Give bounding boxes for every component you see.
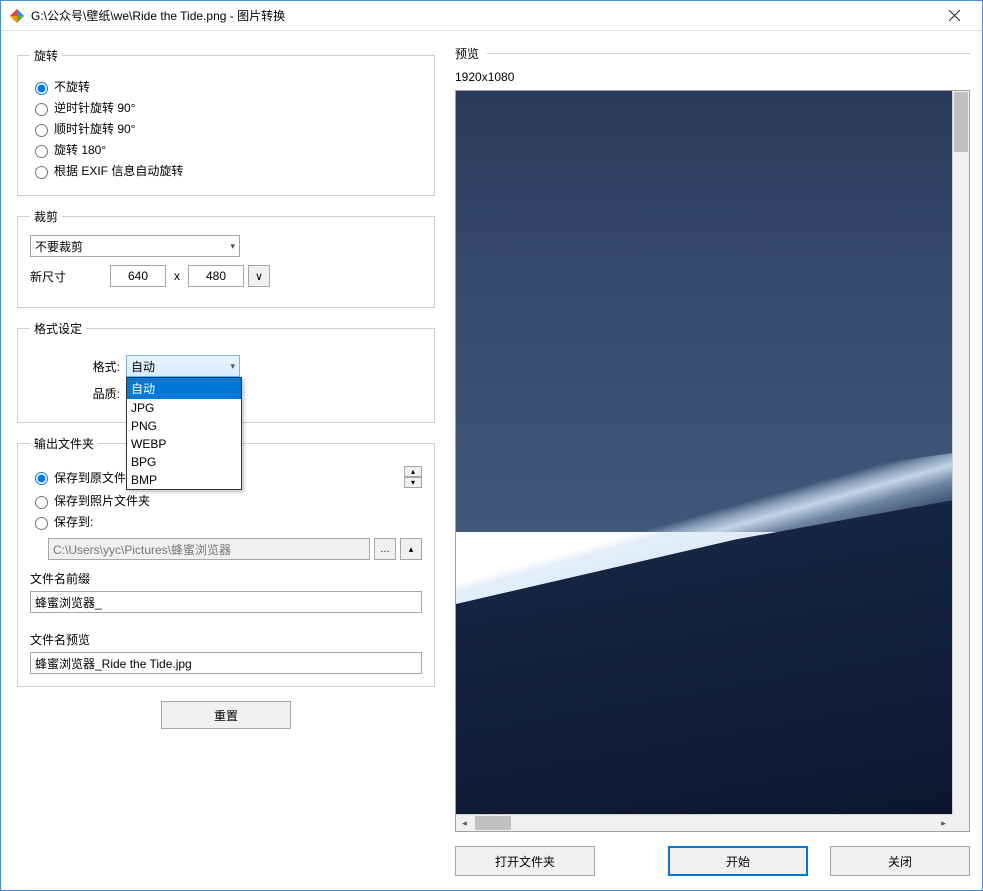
format-combo[interactable]: 自动 ▾ 自动 JPG PNG WEBP BPG BMP <box>126 355 240 377</box>
preview-label: 预览 <box>455 45 479 62</box>
quality-label: 品质: <box>30 385 120 402</box>
bottom-buttons: 打开文件夹 开始 关闭 <box>455 846 970 876</box>
scrollbar-track[interactable] <box>473 815 935 831</box>
dimensions-label: 1920x1080 <box>455 70 970 84</box>
open-folder-button[interactable]: 打开文件夹 <box>455 846 595 876</box>
rotate-option-0[interactable]: 不旋转 <box>30 78 422 95</box>
content: 旋转 不旋转 逆时针旋转 90° 顺时针旋转 90° 旋转 180° 根据 EX… <box>1 31 982 890</box>
filename-preview-label: 文件名预览 <box>30 631 422 648</box>
preview-header: 预览 <box>455 45 970 62</box>
format-option-auto[interactable]: 自动 <box>127 378 241 399</box>
window-title: G:\公众号\壁纸\we\Ride the Tide.png - 图片转换 <box>31 7 934 24</box>
legend-output: 输出文件夹 <box>30 435 98 452</box>
path-caret-button[interactable]: ▴ <box>400 538 422 560</box>
format-option-jpg[interactable]: JPG <box>127 399 241 417</box>
crop-height-input[interactable] <box>188 265 244 287</box>
group-rotate: 旋转 不旋转 逆时针旋转 90° 顺时针旋转 90° 旋转 180° 根据 EX… <box>17 47 435 196</box>
start-button[interactable]: 开始 <box>668 846 808 876</box>
scrollbar-thumb[interactable] <box>954 92 968 152</box>
legend-rotate: 旋转 <box>30 47 62 64</box>
format-row: 格式: 自动 ▾ 自动 JPG PNG WEBP BPG BMP <box>30 355 422 377</box>
scroll-right-icon[interactable]: ▸ <box>935 815 952 832</box>
vertical-scrollbar[interactable] <box>952 91 969 814</box>
caret-up-icon[interactable]: ▴ <box>404 466 422 477</box>
output-radio-2[interactable] <box>35 517 48 530</box>
preview-image <box>456 91 970 832</box>
rotate-radio-2[interactable] <box>35 124 48 137</box>
legend-crop: 裁剪 <box>30 208 62 225</box>
chevron-down-icon: ▾ <box>230 241 235 252</box>
output-path-input[interactable]: C:\Users\yyc\Pictures\蜂蜜浏览器 <box>48 538 370 560</box>
output-radio-1[interactable] <box>35 496 48 509</box>
format-label: 格式: <box>30 358 120 375</box>
crop-size-row: 新尺寸 x ∨ <box>30 265 422 287</box>
format-dropdown: 自动 JPG PNG WEBP BPG BMP <box>126 377 242 490</box>
rotate-option-1[interactable]: 逆时针旋转 90° <box>30 99 422 116</box>
output-option-2[interactable]: 保存到: <box>30 513 422 530</box>
browse-button[interactable]: … <box>374 538 396 560</box>
scrollbar-corner <box>952 814 969 831</box>
rotate-radio-4[interactable] <box>35 166 48 179</box>
rotate-radio-3[interactable] <box>35 145 48 158</box>
close-button[interactable]: 关闭 <box>830 846 970 876</box>
prefix-input[interactable] <box>30 591 422 613</box>
app-icon <box>9 8 25 24</box>
caret-down-icon[interactable]: ▾ <box>404 477 422 488</box>
preview-box: ◂ ▸ <box>455 90 970 832</box>
legend-format: 格式设定 <box>30 320 86 337</box>
format-option-bmp[interactable]: BMP <box>127 471 241 489</box>
output-option-1[interactable]: 保存到照片文件夹 <box>30 492 422 509</box>
crop-width-input[interactable] <box>110 265 166 287</box>
format-option-webp[interactable]: WEBP <box>127 435 241 453</box>
format-option-png[interactable]: PNG <box>127 417 241 435</box>
left-panel: 旋转 不旋转 逆时针旋转 90° 顺时针旋转 90° 旋转 180° 根据 EX… <box>1 31 451 890</box>
group-format: 格式设定 格式: 自动 ▾ 自动 JPG PNG WEBP BPG BMP <box>17 320 435 423</box>
reset-button[interactable]: 重置 <box>161 701 291 729</box>
horizontal-scrollbar[interactable]: ◂ ▸ <box>456 814 952 831</box>
output-spinner-0[interactable]: ▴▾ <box>404 466 422 488</box>
scrollbar-thumb[interactable] <box>475 816 511 830</box>
x-label: x <box>174 269 180 283</box>
scroll-left-icon[interactable]: ◂ <box>456 815 473 832</box>
rotate-option-2[interactable]: 顺时针旋转 90° <box>30 120 422 137</box>
rotate-radio-0[interactable] <box>35 82 48 95</box>
output-path-row: C:\Users\yyc\Pictures\蜂蜜浏览器 … ▴ <box>48 538 422 560</box>
filename-preview <box>30 652 422 674</box>
output-radio-0[interactable] <box>35 472 48 485</box>
close-icon <box>949 10 960 21</box>
group-crop: 裁剪 不要裁剪 ▾ 新尺寸 x ∨ <box>17 208 435 308</box>
right-panel: 预览 1920x1080 ◂ ▸ 打开文件夹 <box>451 31 982 890</box>
close-button[interactable] <box>934 1 974 31</box>
rotate-option-4[interactable]: 根据 EXIF 信息自动旋转 <box>30 162 422 179</box>
rotate-radio-1[interactable] <box>35 103 48 116</box>
prefix-label: 文件名前缀 <box>30 570 422 587</box>
rotate-option-3[interactable]: 旋转 180° <box>30 141 422 158</box>
crop-combo[interactable]: 不要裁剪 ▾ <box>30 235 240 257</box>
divider <box>487 53 970 54</box>
chevron-down-icon: ▾ <box>230 361 235 372</box>
format-option-bpg[interactable]: BPG <box>127 453 241 471</box>
crop-v-button[interactable]: ∨ <box>248 265 270 287</box>
titlebar: G:\公众号\壁纸\we\Ride the Tide.png - 图片转换 <box>1 1 982 31</box>
new-size-label: 新尺寸 <box>30 268 110 285</box>
window: G:\公众号\壁纸\we\Ride the Tide.png - 图片转换 旋转… <box>0 0 983 891</box>
